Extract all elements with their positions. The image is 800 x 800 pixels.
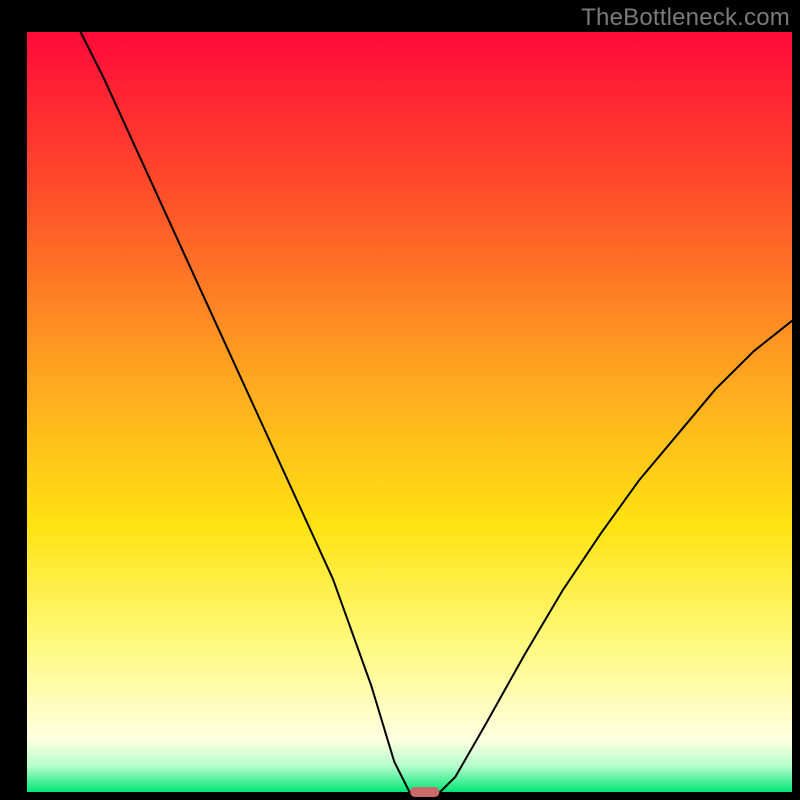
chart-frame: TheBottleneck.com [0, 0, 800, 800]
optimal-marker [410, 787, 439, 797]
bottleneck-chart [0, 0, 800, 800]
plot-background [27, 32, 792, 792]
attribution-label: TheBottleneck.com [581, 4, 790, 32]
